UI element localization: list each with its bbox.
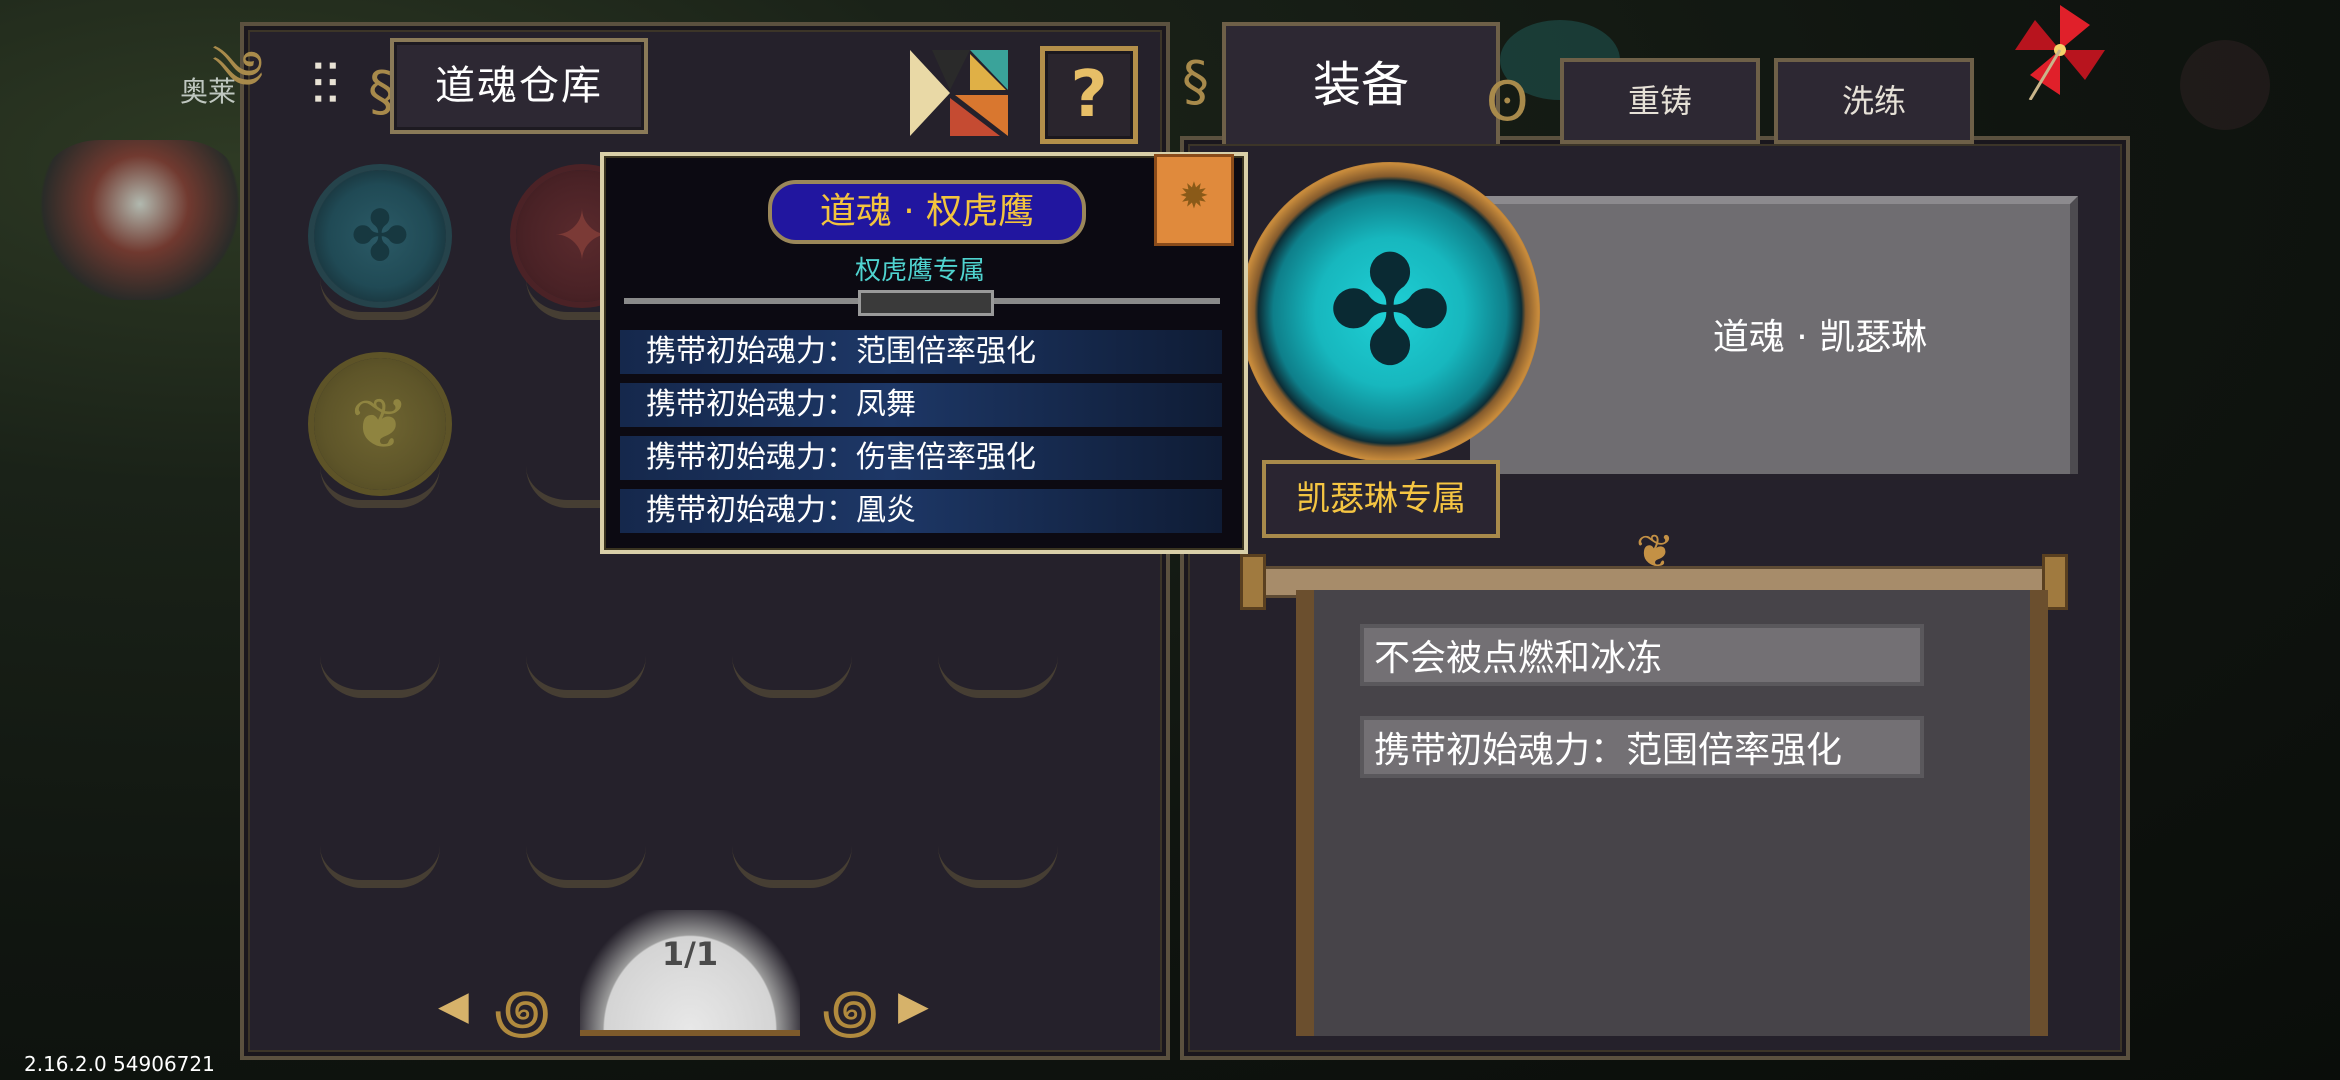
pinwheel-icon[interactable] bbox=[2010, 0, 2110, 100]
tab-ornament: ʘ bbox=[1486, 70, 1529, 133]
version-label: 2.16.2.0 54906721 bbox=[24, 1052, 215, 1076]
pager-ornament-left: ꩜ bbox=[494, 977, 551, 1047]
page-indicator: 1/1 bbox=[661, 935, 719, 973]
tab-equip[interactable]: 装备 bbox=[1222, 22, 1500, 144]
tooltip-effect: 携带初始魂力：凤舞 bbox=[620, 383, 1222, 427]
fan-icon bbox=[580, 910, 800, 1036]
clover-skull-icon: ✤ bbox=[1327, 225, 1453, 399]
exclusive-tag: 凯瑟琳专属 bbox=[1262, 460, 1500, 538]
star-bookmark-icon[interactable]: ✹ bbox=[1154, 154, 1234, 246]
tooltip-effect: 携带初始魂力：范围倍率强化 bbox=[620, 330, 1222, 374]
divider-ornament bbox=[858, 290, 994, 316]
next-page-arrow-icon[interactable]: ▶ bbox=[898, 983, 929, 1029]
warehouse-title-tab: 道魂仓库 bbox=[390, 38, 648, 134]
tooltip-effect: 携带初始魂力：凰炎 bbox=[620, 489, 1222, 533]
tab-refine[interactable]: 洗练 bbox=[1774, 58, 1974, 144]
warehouse-title: 道魂仓库 bbox=[435, 63, 603, 109]
attribute-row: 携带初始魂力：范围倍率强化 bbox=[1360, 716, 1924, 778]
soul-name: 道魂 · 凯瑟琳 bbox=[1712, 317, 1928, 358]
attribute-row: 不会被点燃和冰冻 bbox=[1360, 624, 1924, 686]
tab-recast[interactable]: 重铸 bbox=[1560, 58, 1760, 144]
pager-ornament-right: ꩜ bbox=[822, 977, 879, 1047]
tooltip-subtitle: 权虎鹰专属 bbox=[854, 256, 985, 286]
background-object bbox=[2180, 40, 2270, 130]
help-button[interactable]: ? bbox=[1040, 46, 1138, 144]
tab-ornament: § bbox=[1182, 50, 1209, 113]
tooltip-title: 道魂 · 权虎鹰 bbox=[768, 180, 1086, 244]
prev-page-arrow-icon[interactable]: ◀ bbox=[438, 983, 469, 1029]
forks-icon: ⫶⫶ bbox=[310, 51, 340, 119]
tangram-icon[interactable] bbox=[910, 50, 1008, 136]
corner-ornament: ༄ bbox=[212, 39, 264, 102]
background-character bbox=[40, 140, 240, 300]
rod-knob bbox=[1240, 554, 1266, 610]
tooltip-effect: 携带初始魂力：伤害倍率强化 bbox=[620, 436, 1222, 480]
